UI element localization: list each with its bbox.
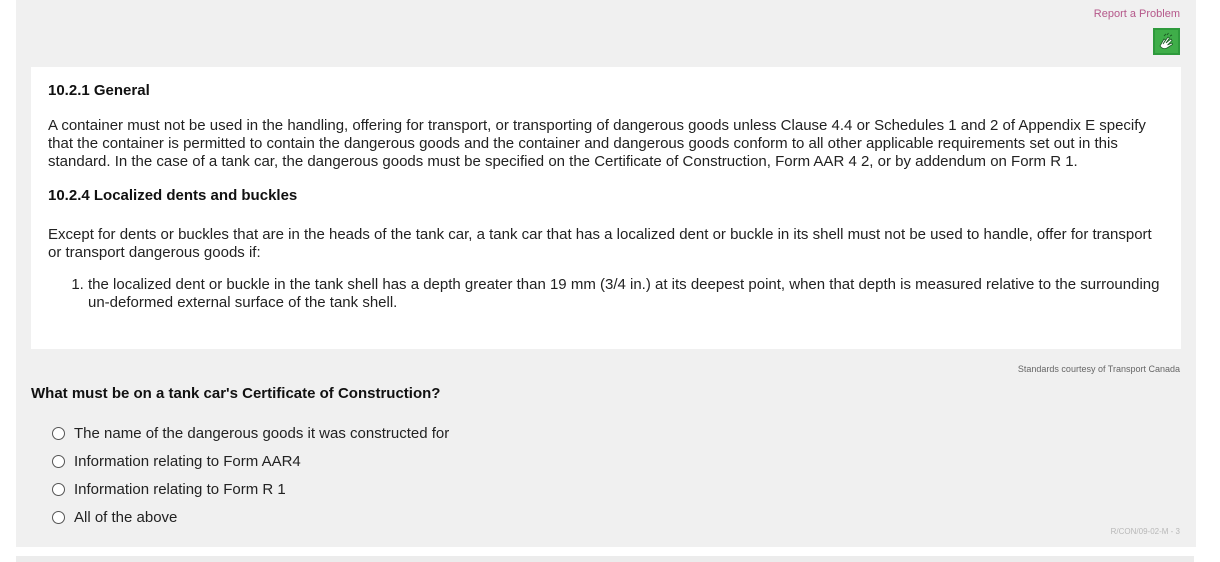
section-title-general: 10.2.1 General [48,82,150,99]
question-panel: Report a Problem 10.2.1 General A contai… [16,0,1196,547]
list-item: the localized dent or buckle in the tank… [88,276,1165,312]
radio-button[interactable] [52,454,65,468]
sign-language-button[interactable] [1153,28,1180,55]
answer-label: Information relating to Form AAR4 [74,452,301,470]
question-code: R/CON/09-02-M - 3 [1110,527,1180,536]
section-body-general: A container must not be used in the hand… [48,117,1146,170]
standards-courtesy-note: Standards courtesy of Transport Canada [1017,364,1180,374]
section-title-dents: 10.2.4 Localized dents and buckles [48,187,298,204]
answer-option-3[interactable]: Information relating to Form R 1 [52,475,449,503]
answer-label: The name of the dangerous goods it was c… [74,424,450,442]
radio-button[interactable] [52,482,65,496]
section-body-dents: Except for dents or buckles that are in … [48,226,1152,261]
question-text: What must be on a tank car's Certificate… [31,385,441,402]
report-problem-link[interactable]: Report a Problem [1094,8,1180,20]
answer-option-4[interactable]: All of the above [52,503,449,531]
bottom-divider [16,556,1194,562]
sign-language-hands-icon [1155,30,1178,53]
answer-options: The name of the dangerous goods it was c… [52,419,449,531]
standard-excerpt: 10.2.1 General A container must not be u… [31,67,1181,349]
radio-button[interactable] [52,426,65,440]
radio-button[interactable] [52,510,65,524]
answer-label: All of the above [74,508,178,526]
dents-condition-list: the localized dent or buckle in the tank… [48,276,1165,312]
answer-option-1[interactable]: The name of the dangerous goods it was c… [52,419,449,447]
answer-option-2[interactable]: Information relating to Form AAR4 [52,447,449,475]
answer-label: Information relating to Form R 1 [74,480,286,498]
